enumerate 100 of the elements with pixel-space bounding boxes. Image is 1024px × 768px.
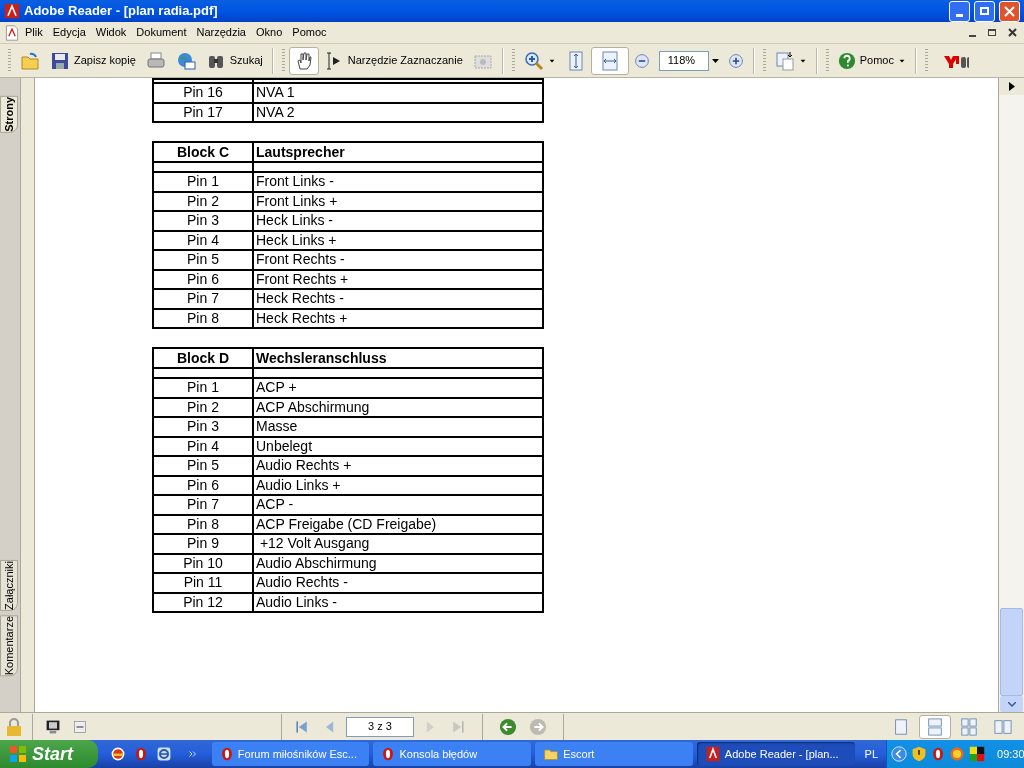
table-cell: Pin 8 bbox=[153, 514, 253, 534]
table-cell: Pin 6 bbox=[153, 475, 253, 495]
sun-icon bbox=[949, 746, 965, 762]
zoom-field[interactable]: 118% bbox=[658, 50, 709, 71]
fit-width-icon bbox=[599, 50, 620, 71]
o-logo-icon bbox=[133, 747, 148, 761]
chevron-down-icon bbox=[1007, 701, 1016, 707]
close-icon bbox=[1007, 28, 1017, 37]
o-logo-icon bbox=[381, 747, 396, 761]
clock: 09:30 bbox=[997, 746, 1024, 762]
vertical-scrollbar[interactable] bbox=[998, 78, 1024, 712]
scroll-thumb[interactable] bbox=[1000, 608, 1023, 696]
side-tab[interactable]: Załączniki bbox=[0, 559, 18, 611]
folder-icon bbox=[20, 50, 40, 71]
table-cell: ACP Abschirmung bbox=[253, 397, 543, 417]
table-cell: Unbelegt bbox=[253, 436, 543, 456]
o-logo-icon bbox=[219, 747, 234, 761]
scroll-down-button[interactable] bbox=[1000, 696, 1023, 712]
close-button[interactable] bbox=[999, 0, 1020, 22]
table-cell: Pin 12 bbox=[153, 592, 253, 612]
table-cell: Pin 11 bbox=[153, 573, 253, 593]
select-tool-button[interactable]: Narzędzie Zaznaczanie bbox=[318, 46, 468, 75]
table-cell: ACP - bbox=[253, 495, 543, 515]
facing-continuous-icon bbox=[960, 717, 978, 736]
continuous-pages-icon bbox=[926, 717, 944, 736]
splitter[interactable] bbox=[20, 78, 35, 712]
side-tab[interactable]: Komentarze bbox=[0, 614, 18, 676]
table-cell: NVA 1 bbox=[253, 83, 543, 103]
lock-icon bbox=[4, 716, 24, 737]
arrow-icon bbox=[1008, 82, 1015, 91]
table-cell: ACP + bbox=[253, 378, 543, 398]
monitor-icon bbox=[45, 718, 61, 735]
table-cell: ACP Freigabe (CD Freigabe) bbox=[253, 514, 543, 534]
help-button[interactable]: Pomoc bbox=[832, 46, 911, 75]
table-cell: Pin 3 bbox=[153, 417, 253, 437]
last-page-icon bbox=[450, 718, 466, 735]
table-cell: Pin 5 bbox=[153, 456, 253, 476]
table-cell: Pin 5 bbox=[153, 250, 253, 270]
hand-tool-button[interactable] bbox=[288, 46, 319, 75]
minimize-button[interactable] bbox=[949, 0, 970, 22]
taskbar-button[interactable]: Konsola błędów bbox=[373, 742, 532, 766]
round-badge-icon bbox=[109, 746, 126, 762]
quick-launch-button[interactable] bbox=[109, 746, 126, 762]
table-cell: Pin 9 bbox=[153, 534, 253, 554]
fit-width-button[interactable] bbox=[590, 46, 629, 75]
menu-item[interactable]: Pomoc bbox=[287, 24, 332, 41]
table-cell: Pin 16 bbox=[153, 83, 253, 103]
menu-item[interactable]: Dokument bbox=[131, 24, 192, 41]
side-tab[interactable]: Strony bbox=[0, 96, 18, 133]
table-cell: Front Rechts + bbox=[253, 269, 543, 289]
table-cell: Masse bbox=[253, 417, 543, 437]
table-cell: Pin 2 bbox=[153, 397, 253, 417]
table-cell: Heck Rechts + bbox=[253, 308, 543, 328]
menu-item[interactable]: Okno bbox=[251, 24, 288, 41]
taskbar-button[interactable]: Forum miłośników Esc... bbox=[211, 742, 370, 766]
menu-item[interactable]: Plik bbox=[20, 24, 48, 41]
shield-icon bbox=[911, 746, 927, 762]
single-page-icon bbox=[892, 717, 910, 736]
search-button[interactable]: Szukaj bbox=[200, 46, 268, 75]
table-cell: Heck Links + bbox=[253, 230, 543, 250]
table-header-cell: Lautsprecher bbox=[253, 142, 543, 162]
close-icon bbox=[1004, 5, 1015, 17]
e-logo-icon bbox=[155, 746, 172, 762]
quick-launch-button[interactable] bbox=[155, 746, 172, 762]
page-layout-button[interactable] bbox=[919, 714, 951, 739]
menu-item[interactable]: Edycja bbox=[47, 24, 91, 41]
table-cell: Audio Links + bbox=[253, 475, 543, 495]
table-cell: Pin 4 bbox=[153, 230, 253, 250]
chevrons-icon bbox=[187, 749, 198, 759]
plus-circle-icon bbox=[727, 52, 744, 69]
table-cell: Pin 4 bbox=[153, 436, 253, 456]
table-cell: +12 Volt Ausgang bbox=[253, 534, 543, 554]
page-field[interactable]: 3 z 3 bbox=[346, 716, 414, 737]
start-button[interactable]: Start bbox=[0, 740, 98, 768]
language-indicator[interactable]: PL bbox=[856, 745, 886, 763]
menu-item[interactable]: Narzędzia bbox=[191, 24, 251, 41]
table-cell: Heck Rechts - bbox=[253, 289, 543, 309]
caret-icon bbox=[712, 58, 720, 63]
table-cell: Pin 7 bbox=[153, 289, 253, 309]
table-cell: Pin 1 bbox=[153, 378, 253, 398]
table-cell: Audio Rechts + bbox=[253, 456, 543, 476]
facing-pages-icon bbox=[994, 717, 1012, 736]
table-cell: Pin 1 bbox=[153, 172, 253, 192]
menu-item[interactable]: Widok bbox=[90, 24, 132, 41]
document-icon bbox=[4, 3, 20, 19]
globe-envelope-icon bbox=[175, 50, 196, 71]
restore-button[interactable] bbox=[974, 0, 995, 22]
table-header-cell: Block D bbox=[153, 348, 253, 368]
scroll-up-button[interactable] bbox=[999, 78, 1024, 95]
windows-flag-icon bbox=[8, 744, 28, 764]
window-title: Adobe Reader - [plan radia.pdf] bbox=[24, 2, 219, 21]
save-copy-button[interactable]: Zapisz kopię bbox=[45, 46, 141, 75]
taskbar-button[interactable]: Escort bbox=[535, 742, 693, 766]
chevron-left-icon bbox=[891, 746, 907, 762]
table-cell: Pin 8 bbox=[153, 308, 253, 328]
table-cell: Pin 3 bbox=[153, 211, 253, 231]
table-cell: Front Rechts - bbox=[253, 250, 543, 270]
taskbar-button[interactable]: Adobe Reader - [plan... bbox=[696, 742, 855, 766]
quick-launch-button[interactable] bbox=[133, 747, 148, 761]
table-cell: Audio Links - bbox=[253, 592, 543, 612]
